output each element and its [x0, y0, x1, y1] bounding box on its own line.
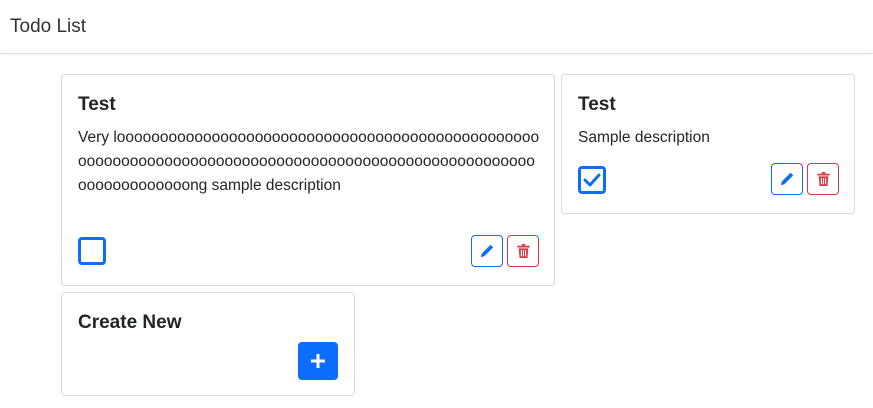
create-new-card: Create New	[61, 292, 355, 396]
todo-description: Sample description	[578, 129, 710, 146]
delete-button[interactable]	[507, 235, 539, 267]
navbar: Todo List	[0, 0, 873, 54]
todo-description: Very loooooooooooooooooooooooooooooooooo…	[78, 129, 540, 194]
pencil-icon	[480, 244, 494, 258]
edit-button[interactable]	[471, 235, 503, 267]
todo-complete-checkbox[interactable]	[78, 237, 106, 265]
delete-button[interactable]	[807, 163, 839, 195]
todo-title: Test	[578, 94, 616, 115]
trash-icon	[816, 172, 830, 186]
todo-card: Test Very looooooooooooooooooooooooooooo…	[61, 74, 555, 286]
checkmark-icon	[583, 173, 601, 187]
todo-title: Test	[78, 94, 116, 115]
todo-complete-checkbox[interactable]	[578, 166, 606, 194]
pencil-icon	[780, 172, 794, 186]
create-new-title: Create New	[78, 312, 182, 333]
todo-card: Test Sample description	[561, 74, 855, 214]
app-title[interactable]: Todo List	[10, 16, 86, 38]
add-todo-button[interactable]	[298, 342, 338, 380]
trash-icon	[516, 244, 530, 258]
plus-icon	[311, 354, 325, 368]
edit-button[interactable]	[771, 163, 803, 195]
